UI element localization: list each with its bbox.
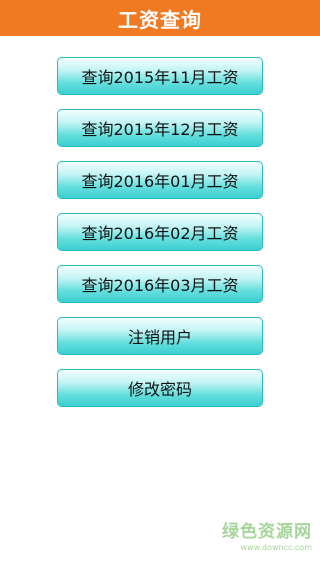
query-2015-12-salary-button[interactable]: 查询2015年12月工资	[57, 109, 263, 147]
page-title: 工资查询	[118, 7, 202, 32]
change-password-button[interactable]: 修改密码	[57, 369, 263, 407]
watermark-title: 绿色资源网	[222, 522, 312, 542]
query-2016-03-salary-button[interactable]: 查询2016年03月工资	[57, 265, 263, 303]
menu-list: 查询2015年11月工资 查询2015年12月工资 查询2016年01月工资 查…	[57, 57, 263, 421]
watermark: 绿色资源网 www.downcc.com	[208, 522, 312, 554]
query-2016-01-salary-button[interactable]: 查询2016年01月工资	[57, 161, 263, 199]
logout-button[interactable]: 注销用户	[57, 317, 263, 355]
watermark-url: www.downcc.com	[240, 543, 312, 552]
query-2016-02-salary-button[interactable]: 查询2016年02月工资	[57, 213, 263, 251]
query-2015-11-salary-button[interactable]: 查询2015年11月工资	[57, 57, 263, 95]
title-bar: 工资查询	[0, 0, 320, 36]
